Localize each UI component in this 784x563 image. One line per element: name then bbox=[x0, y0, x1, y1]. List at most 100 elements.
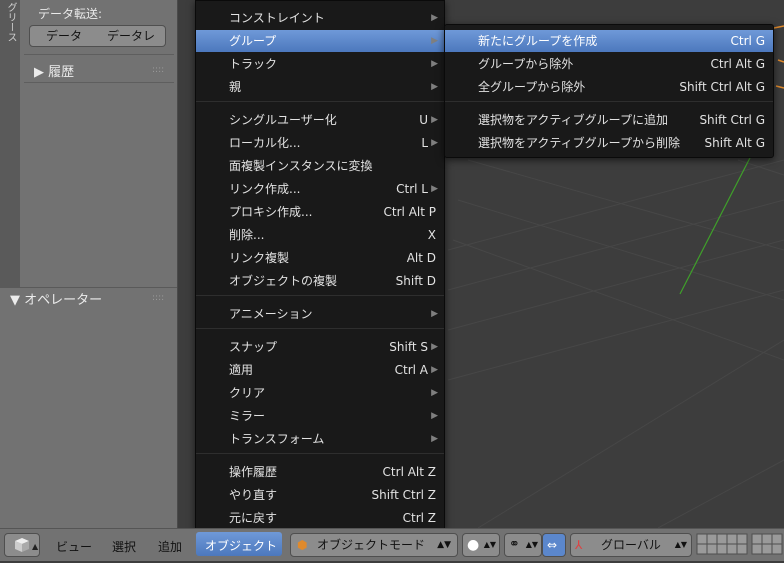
select-menu[interactable]: 選択 bbox=[112, 538, 136, 555]
dropdown-arrow-icon: ▲▼ bbox=[437, 540, 451, 550]
dropdown-arrow-icon: ▲▼ bbox=[674, 540, 687, 549]
menu-item-shortcut: Shift Ctrl Z bbox=[371, 488, 436, 502]
menu-separator bbox=[196, 453, 444, 454]
menu-item-label: スナップ bbox=[229, 340, 278, 354]
menu-item[interactable]: アニメーション ▶ bbox=[196, 303, 444, 325]
menu-item[interactable]: トラック ▶ bbox=[196, 53, 444, 75]
mode-label: オブジェクトモード bbox=[317, 538, 426, 552]
menu-item[interactable]: やり直す Shift Ctrl Z bbox=[196, 484, 444, 506]
menu-item-label: やり直す bbox=[229, 488, 278, 502]
menu-item-shortcut: X bbox=[427, 228, 436, 242]
shading-dropdown[interactable]: ● ▲▼ bbox=[462, 533, 500, 557]
submenu-item[interactable]: グループから除外 Ctrl Alt G bbox=[445, 53, 773, 75]
menu-item[interactable]: オブジェクトの複製 Shift D bbox=[196, 270, 444, 292]
menu-item-shortcut: Shift D bbox=[395, 274, 436, 288]
menu-item-label: 削除... bbox=[229, 228, 265, 242]
menu-item[interactable]: リンク作成... Ctrl L ▶ bbox=[196, 178, 444, 200]
menu-item[interactable]: トランスフォーム ▶ bbox=[196, 428, 444, 450]
submenu-arrow-icon: ▶ bbox=[431, 59, 438, 69]
data-link-button[interactable]: データレ bbox=[97, 25, 166, 47]
menu-item-shortcut: Ctrl A bbox=[394, 363, 428, 377]
submenu-item-label: 選択物をアクティブグループに追加 bbox=[478, 113, 668, 127]
orientation-dropdown[interactable]: ⅄ グローバル ▲▼ bbox=[570, 533, 692, 557]
menu-item[interactable]: シングルユーザー化 U ▶ bbox=[196, 109, 444, 131]
divider bbox=[24, 82, 174, 83]
manipulator-icon: ⇔ bbox=[547, 538, 558, 552]
data-button[interactable]: データ bbox=[29, 25, 99, 47]
add-menu[interactable]: 追加 bbox=[158, 538, 182, 555]
menu-item-shortcut: Shift S bbox=[389, 340, 428, 354]
pivot-dropdown[interactable]: ⚭ ▲▼ bbox=[504, 533, 542, 557]
menu-item[interactable]: プロキシ作成... Ctrl Alt P bbox=[196, 201, 444, 223]
menu-item[interactable]: ミラー ▶ bbox=[196, 405, 444, 427]
data-transfer-label: データ転送: bbox=[38, 7, 103, 21]
menu-item[interactable]: ローカル化... L ▶ bbox=[196, 132, 444, 154]
menu-item-label: グループ bbox=[229, 34, 277, 48]
svg-text:▲: ▲ bbox=[32, 542, 39, 551]
menu-item[interactable]: コンストレイント ▶ bbox=[196, 7, 444, 29]
submenu-arrow-icon: ▶ bbox=[431, 309, 438, 319]
menu-item-label: シングルユーザー化 bbox=[229, 113, 337, 127]
divider bbox=[24, 54, 174, 55]
layer-buttons[interactable] bbox=[696, 533, 784, 555]
object-menu-button[interactable]: オブジェクト bbox=[196, 532, 282, 556]
menu-item-label: 面複製インスタンスに変換 bbox=[229, 159, 373, 173]
submenu-arrow-icon: ▶ bbox=[431, 388, 438, 398]
menu-item-label: 元に戻す bbox=[229, 511, 278, 525]
panel-grip-icon[interactable]: :::: bbox=[152, 293, 164, 303]
menu-item[interactable]: リンク複製 Alt D bbox=[196, 247, 444, 269]
pivot-point-icon: ⚭ bbox=[509, 537, 520, 552]
menu-item[interactable]: クリア ▶ bbox=[196, 382, 444, 404]
submenu-item[interactable]: 全グループから除外 Shift Ctrl Alt G bbox=[445, 76, 773, 98]
menu-item[interactable]: グループ ▶ bbox=[196, 30, 444, 52]
submenu-item-label: 選択物をアクティブグループから削除 bbox=[478, 136, 680, 150]
submenu-item-shortcut: Ctrl G bbox=[730, 34, 765, 48]
menu-item-shortcut: L bbox=[421, 136, 428, 150]
transform-orientation-icon: ⅄ bbox=[575, 538, 583, 552]
menu-item-label: ミラー bbox=[229, 409, 266, 423]
viewport-header: ▲ ビュー 選択 追加 オブジェクト ⬢ オブジェクトモード ▲▼ ● ▲▼ ⚭… bbox=[0, 528, 784, 561]
submenu-arrow-icon: ▶ bbox=[431, 184, 438, 194]
menu-item[interactable]: 操作履歴 Ctrl Alt Z bbox=[196, 461, 444, 483]
submenu-arrow-icon: ▶ bbox=[431, 138, 438, 148]
submenu-item-label: グループから除外 bbox=[478, 57, 574, 71]
mode-dropdown[interactable]: ⬢ オブジェクトモード ▲▼ bbox=[290, 533, 458, 557]
menu-item[interactable]: スナップ Shift S ▶ bbox=[196, 336, 444, 358]
menu-item-shortcut: Ctrl Alt Z bbox=[382, 465, 436, 479]
submenu-arrow-icon: ▶ bbox=[431, 36, 438, 46]
object-menu-label: オブジェクト bbox=[205, 539, 278, 553]
menu-item[interactable]: 元に戻す Ctrl Z bbox=[196, 507, 444, 529]
panel-grip-icon[interactable]: :::: bbox=[152, 65, 164, 75]
orientation-label: グローバル bbox=[601, 538, 661, 552]
dropdown-arrow-icon: ▲▼ bbox=[483, 540, 496, 549]
submenu-item-shortcut: Shift Ctrl G bbox=[699, 113, 765, 127]
manipulator-toggle[interactable]: ⇔ bbox=[542, 533, 566, 557]
menu-item[interactable]: 適用 Ctrl A ▶ bbox=[196, 359, 444, 381]
menu-item-shortcut: Ctrl Z bbox=[402, 511, 436, 525]
shelf-tab-strip[interactable]: グリース bbox=[0, 0, 21, 287]
submenu-item-shortcut: Ctrl Alt G bbox=[710, 57, 765, 71]
layers-grid-icon[interactable] bbox=[696, 533, 784, 555]
submenu-item[interactable]: 選択物をアクティブグループから削除 Shift Alt G bbox=[445, 132, 773, 154]
menu-item[interactable]: 削除... X bbox=[196, 224, 444, 246]
view-menu[interactable]: ビュー bbox=[56, 538, 92, 555]
dropdown-arrow-icon: ▲▼ bbox=[525, 540, 538, 549]
menu-item-label: ローカル化... bbox=[229, 136, 301, 150]
menu-item-label: アニメーション bbox=[229, 307, 313, 321]
submenu-item[interactable]: 新たにグループを作成 Ctrl G bbox=[445, 30, 773, 52]
shelf-tab-label[interactable]: グリース bbox=[2, 2, 18, 42]
menu-item-label: クリア bbox=[229, 386, 266, 400]
menu-item[interactable]: 面複製インスタンスに変換 bbox=[196, 155, 444, 177]
operator-panel-header[interactable]: ▼ オペレーター bbox=[10, 289, 102, 308]
submenu-item-label: 新たにグループを作成 bbox=[478, 34, 598, 48]
submenu-arrow-icon: ▶ bbox=[431, 115, 438, 125]
menu-separator bbox=[445, 101, 773, 102]
menu-item-shortcut: Ctrl Alt P bbox=[383, 205, 436, 219]
editor-type-button[interactable]: ▲ bbox=[4, 533, 40, 557]
submenu-item[interactable]: 選択物をアクティブグループに追加 Shift Ctrl G bbox=[445, 109, 773, 131]
selected-object-outline bbox=[773, 25, 784, 89]
menu-item[interactable]: 親 ▶ bbox=[196, 76, 444, 98]
menu-separator bbox=[196, 328, 444, 329]
menu-item-label: トランスフォーム bbox=[229, 432, 325, 446]
history-panel-header[interactable]: ▶ 履歴 bbox=[34, 61, 74, 80]
